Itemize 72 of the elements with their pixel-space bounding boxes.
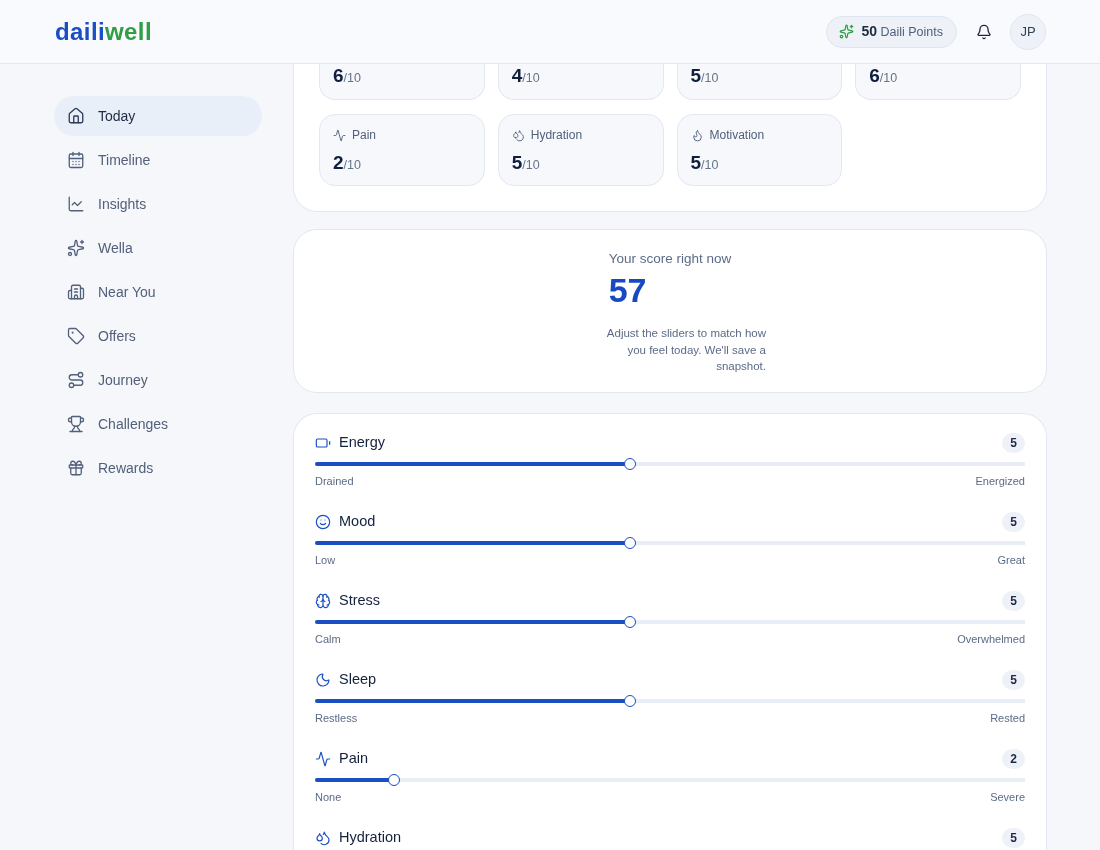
bell-icon[interactable]	[976, 23, 992, 40]
slider-label: Hydration	[339, 828, 402, 848]
nav-item[interactable]: Rewards	[54, 448, 262, 488]
moon-icon	[315, 672, 331, 688]
building-icon	[67, 283, 85, 301]
slider-max-label: Great	[997, 553, 1025, 567]
slider-thumb[interactable]	[624, 537, 637, 549]
rating-value: 5/10	[690, 66, 720, 85]
slider-max-label: Severe	[990, 790, 1025, 804]
slider-label: Energy	[339, 433, 385, 453]
slider-value: 5	[1002, 828, 1025, 848]
rating-value: 5/10	[690, 153, 719, 172]
slider-value: 2	[1002, 749, 1025, 769]
pulse-icon	[315, 751, 331, 767]
slider-thumb[interactable]	[624, 616, 637, 628]
slider-min-label: None	[315, 790, 342, 804]
nav-item[interactable]: Journey	[54, 360, 262, 400]
slider-value: 5	[1002, 512, 1025, 532]
gift-icon	[67, 459, 85, 477]
house-icon	[67, 107, 85, 125]
rating-value: 6/10	[869, 66, 899, 85]
tag-icon	[67, 327, 85, 345]
slider-value: 5	[1002, 433, 1025, 453]
avatar[interactable]: JP	[1010, 13, 1046, 50]
slider-min-label: Drained	[315, 474, 354, 488]
slider-min-label: Restless	[315, 711, 358, 725]
slider-max-label: Energized	[975, 474, 1025, 488]
flame-icon	[690, 128, 704, 142]
brain-icon	[315, 593, 331, 609]
slider-value: 5	[1002, 670, 1025, 690]
sparkles-icon	[839, 24, 855, 39]
logo[interactable]: dailiwell	[55, 19, 152, 44]
rating-label: Hydration	[530, 129, 583, 141]
score-hint: Adjust the sliders to match how you feel today. We'll save a snapshot.	[605, 326, 766, 374]
slider-max-label: Rested	[990, 711, 1025, 725]
battery-icon	[315, 435, 331, 451]
slider-min-label: Low	[315, 553, 336, 567]
nav-item[interactable]: Near You	[54, 272, 262, 312]
slider-thumb[interactable]	[624, 458, 637, 470]
rating-value: 4/10	[511, 66, 541, 85]
slider-label: Pain	[339, 749, 369, 769]
slider-label: Mood	[339, 512, 376, 532]
rating-label: Pain	[352, 129, 377, 141]
nav-item[interactable]: Offers	[54, 316, 262, 356]
rating-value: 5/10	[511, 153, 540, 172]
calendar-icon	[67, 151, 85, 169]
smiley-icon	[315, 514, 331, 530]
slider-thumb[interactable]	[624, 695, 637, 707]
nav-item[interactable]: Wella	[54, 228, 262, 268]
sparkles-icon	[67, 239, 85, 257]
slider-value: 5	[1002, 591, 1025, 611]
slider-label: Sleep	[339, 670, 377, 690]
trophy-icon	[67, 415, 85, 433]
nav-item[interactable]: Timeline	[54, 140, 262, 180]
rating-value: 6/10	[333, 66, 362, 85]
pulse-icon	[333, 128, 346, 142]
slider-label: Stress	[339, 591, 381, 611]
nav-item[interactable]: Insights	[54, 184, 262, 224]
slider-min-label: Calm	[315, 632, 341, 646]
slider-max-label: Overwhelmed	[957, 632, 1025, 646]
line-chart-icon	[67, 195, 85, 213]
score-title: Your score right now	[608, 251, 732, 267]
score-value: 57	[608, 273, 647, 307]
droplets-icon	[511, 128, 525, 142]
points-pill[interactable]: 50 Daili Points	[826, 15, 957, 48]
slider-thumb[interactable]	[387, 774, 400, 786]
nav-item[interactable]: Challenges	[54, 404, 262, 444]
nav-item[interactable]: Today	[54, 96, 262, 136]
rating-label: Motivation	[709, 129, 765, 141]
rating-value: 2/10	[333, 153, 361, 172]
droplets-icon	[315, 830, 331, 846]
route-icon	[67, 371, 85, 389]
